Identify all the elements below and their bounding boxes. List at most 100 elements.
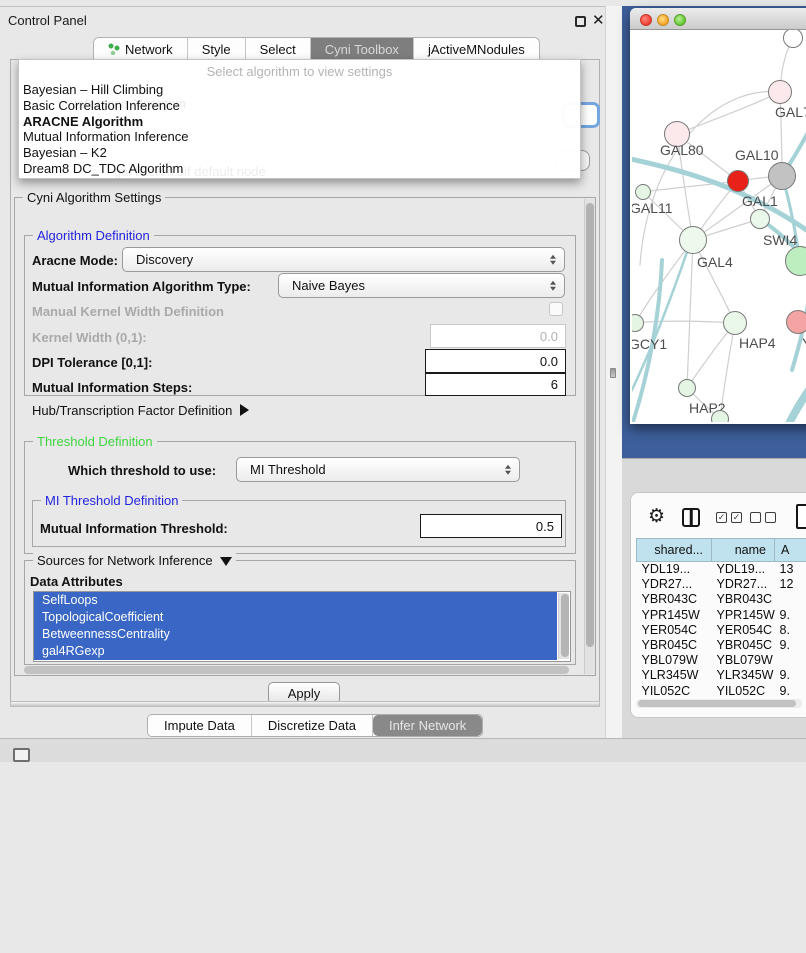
- algorithm-popup: Select algorithm to view settings Infere…: [18, 59, 581, 179]
- algorithm-definition-title: Algorithm Definition: [33, 228, 154, 243]
- mi-type-label: Mutual Information Algorithm Type:: [32, 279, 251, 294]
- columns-icon[interactable]: [682, 508, 700, 527]
- network-node-n13[interactable]: [711, 410, 729, 422]
- collapsed-arrow-icon[interactable]: [240, 404, 249, 416]
- sources-title-text: Sources for Network Inference: [37, 553, 213, 568]
- network-node-label: GAL4: [697, 254, 733, 270]
- network-node-GAL4[interactable]: [679, 226, 707, 254]
- bottom-tab[interactable]: Discretize Data: [252, 715, 373, 736]
- table-row[interactable]: YBR043CYBR043C: [637, 592, 806, 607]
- algorithm-option-list: Bayesian – Hill Climbing Basic Correlati…: [23, 82, 576, 177]
- bottom-tab[interactable]: Infer Network: [373, 715, 482, 736]
- algorithm-option[interactable]: Mutual Information Inference: [23, 129, 576, 145]
- column-header[interactable]: shared...: [637, 539, 712, 562]
- network-window-titlebar[interactable]: [630, 8, 806, 30]
- tab[interactable]: Style: [188, 38, 246, 60]
- gene-table: shared... name A YDL19...YDL19...13 YDR2…: [636, 538, 806, 695]
- hub-definition-toggle[interactable]: Hub/Transcription Factor Definition: [32, 403, 249, 418]
- column-header[interactable]: name: [712, 539, 775, 562]
- bottom-tab[interactable]: Impute Data: [148, 715, 252, 736]
- which-threshold-select[interactable]: MI Threshold: [236, 457, 520, 482]
- which-threshold-value: MI Threshold: [250, 462, 326, 477]
- new-table-icon[interactable]: [796, 504, 806, 529]
- cyni-settings-group-title: Cyni Algorithm Settings: [23, 190, 165, 205]
- mi-threshold-label: Mutual Information Threshold:: [40, 521, 228, 536]
- network-node-GAL7[interactable]: [768, 80, 792, 104]
- settings-horizontal-scrollbar[interactable]: [18, 664, 592, 676]
- table-panel-header: Table Panel: [622, 458, 806, 486]
- network-node-GAL11[interactable]: [635, 184, 651, 200]
- tab[interactable]: Cyni Toolbox: [311, 38, 414, 60]
- table-row[interactable]: YER054CYER054C8.: [637, 622, 806, 637]
- zoom-traffic-light[interactable]: [674, 14, 686, 26]
- network-node-GAL1[interactable]: [750, 209, 770, 229]
- float-window-icon[interactable]: [575, 16, 586, 27]
- control-panel-title: Control Panel: [8, 13, 87, 28]
- aracne-mode-select[interactable]: Discovery: [122, 247, 565, 272]
- dpi-tolerance-field[interactable]: 0.0: [425, 349, 566, 373]
- table-row[interactable]: YDR27...YDR27...12: [637, 577, 806, 592]
- hub-definition-label: Hub/Transcription Factor Definition: [32, 403, 232, 418]
- table-header-row: shared... name A: [637, 539, 806, 562]
- threshold-definition-title: Threshold Definition: [33, 434, 157, 449]
- bottom-strip: [0, 738, 806, 762]
- select-all-checkboxes-icon[interactable]: ✓✓: [716, 512, 742, 523]
- settings-horizontal-thumb[interactable]: [24, 666, 569, 674]
- network-node-HAP4[interactable]: [723, 311, 747, 335]
- kernel-width-field[interactable]: 0.0: [430, 324, 566, 348]
- cyni-bottom-tabbar: Impute Data Discretize Data Infer Networ…: [147, 714, 483, 737]
- restore-panel-icon[interactable]: [13, 748, 30, 762]
- network-node-GAL10[interactable]: [768, 162, 796, 190]
- algorithm-option[interactable]: Bayesian – Hill Climbing: [23, 82, 576, 98]
- settings-vertical-thumb[interactable]: [586, 203, 594, 647]
- tab[interactable]: Network: [94, 38, 188, 60]
- table-row[interactable]: YBR045CYBR045C9.: [637, 637, 806, 652]
- algorithm-option[interactable]: Basic Correlation Inference: [23, 98, 576, 114]
- attribute-list-scrollbar[interactable]: [558, 593, 569, 659]
- pane-bottom-bevel: [10, 701, 600, 707]
- expanded-arrow-icon[interactable]: [220, 557, 232, 566]
- algorithm-option[interactable]: Bayesian – K2: [23, 145, 576, 161]
- table-row[interactable]: YIL052CYIL052C9.: [637, 683, 806, 695]
- divider-grip[interactable]: [610, 368, 616, 378]
- kernel-width-label: Kernel Width (0,1):: [32, 330, 147, 345]
- data-attribute-item[interactable]: BetweennessCentrality: [34, 626, 557, 643]
- table-row[interactable]: YBL079WYBL079W: [637, 653, 806, 668]
- gear-icon[interactable]: ⚙: [648, 505, 665, 528]
- mi-threshold-field[interactable]: 0.5: [420, 514, 562, 538]
- data-attribute-item[interactable]: gal4RGexp: [34, 643, 557, 660]
- tab[interactable]: Select: [246, 38, 311, 60]
- mi-type-select[interactable]: Naive Bayes: [278, 273, 565, 298]
- network-node-n4[interactable]: [727, 170, 749, 192]
- manual-kernel-label: Manual Kernel Width Definition: [32, 304, 224, 319]
- column-header[interactable]: A: [775, 539, 806, 562]
- mi-threshold-group-title: MI Threshold Definition: [41, 493, 182, 508]
- network-view-window: GAL7GAL80GAL10GAL1GAL11GAL4SWI4GCY1HAP4Y…: [630, 8, 806, 424]
- table-row[interactable]: YDL19...YDL19...13: [637, 562, 806, 577]
- network-node-label: SWI4: [763, 232, 797, 248]
- mi-steps-label: Mutual Information Steps:: [32, 380, 192, 395]
- close-traffic-light[interactable]: [640, 14, 652, 26]
- manual-kernel-checkbox[interactable]: [549, 302, 563, 316]
- data-attribute-item[interactable]: TopologicalCoefficient: [34, 609, 557, 626]
- scrollbar-thumb[interactable]: [561, 594, 569, 657]
- network-node-label: GAL80: [660, 142, 704, 158]
- network-node-label: GAL11: [632, 200, 673, 216]
- network-node-HAP2[interactable]: [678, 379, 696, 397]
- algorithm-option[interactable]: ARACNE Algorithm: [23, 114, 576, 130]
- sources-group-title[interactable]: Sources for Network Inference: [33, 553, 236, 568]
- tab[interactable]: jActiveMNodules: [414, 38, 539, 60]
- network-canvas[interactable]: GAL7GAL80GAL10GAL1GAL11GAL4SWI4GCY1HAP4Y…: [632, 30, 806, 422]
- network-tab-icon: [108, 43, 120, 55]
- dpi-tolerance-label: DPI Tolerance [0,1]:: [32, 355, 152, 370]
- minimize-traffic-light[interactable]: [657, 14, 669, 26]
- network-node-Y[interactable]: [786, 310, 806, 334]
- algorithm-option[interactable]: Dream8 DC_TDC Algorithm: [23, 161, 576, 177]
- deselect-all-checkboxes-icon[interactable]: [750, 512, 776, 523]
- table-row[interactable]: YLR345WYLR345W9.: [637, 668, 806, 683]
- data-attribute-item[interactable]: SelfLoops: [34, 592, 557, 609]
- mi-steps-field[interactable]: 6: [425, 373, 566, 396]
- table-horizontal-thumb[interactable]: [638, 700, 796, 707]
- close-icon[interactable]: ✕: [592, 11, 605, 29]
- table-row[interactable]: YPR145WYPR145W9.: [637, 607, 806, 622]
